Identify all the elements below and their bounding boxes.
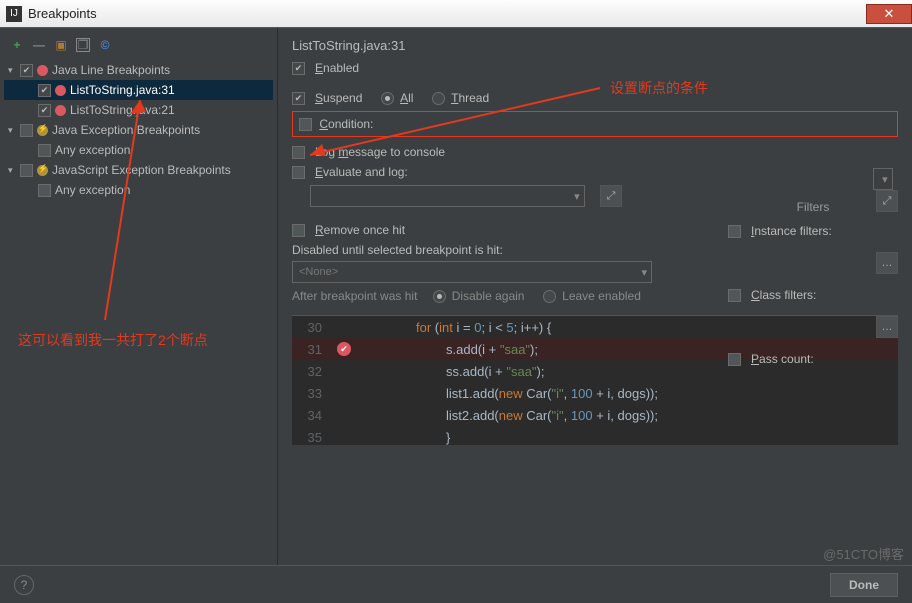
exception-label: Any exception — [55, 143, 130, 157]
add-breakpoint-icon[interactable]: + — [10, 38, 24, 52]
breakpoints-sidebar: + — ▣ ❐ © ▾ Java Line Breakpoints ListTo… — [0, 28, 278, 565]
group-icon[interactable]: © — [98, 38, 112, 52]
expand-icon[interactable]: ▾ — [8, 125, 20, 136]
expand-icon[interactable]: ▾ — [8, 165, 20, 176]
enabled-label: Enabled — [315, 61, 359, 75]
line-number: 30 — [292, 320, 332, 335]
after-hit-label: After breakpoint was hit — [292, 289, 417, 303]
done-button[interactable]: Done — [830, 573, 898, 597]
class-filters-label: Class filters: — [751, 288, 816, 302]
gutter-breakpoint-icon[interactable]: ✔ — [337, 342, 351, 356]
eval-label: Evaluate and log: — [315, 165, 408, 179]
copy-icon[interactable]: ❐ — [76, 38, 90, 52]
breakpoint-label: ListToString.java:21 — [70, 103, 175, 117]
detail-title: ListToString.java:31 — [292, 38, 898, 53]
filters-panel: Filters Instance filters: … Class filter… — [728, 200, 898, 380]
breakpoint-details: ListToString.java:31 Enabled Suspend All… — [278, 28, 912, 565]
condition-history-dropdown[interactable] — [873, 168, 893, 190]
code-line: list1.add(new Car("i", 100 + i, dogs)); — [356, 386, 658, 401]
breakpoint-label: ListToString.java:31 — [70, 83, 175, 97]
checkbox[interactable] — [38, 104, 51, 117]
instance-filters-label: Instance filters: — [751, 224, 832, 238]
code-line: s.add(i + "saa"); — [356, 342, 538, 357]
radio-leave-enabled[interactable] — [543, 290, 556, 303]
tree-item-bp1[interactable]: ListToString.java:31 — [4, 80, 273, 100]
tree-item-any1[interactable]: Any exception — [4, 140, 273, 160]
tree-item-bp2[interactable]: ListToString.java:21 — [4, 100, 273, 120]
watermark: @51CTO博客 — [823, 544, 904, 563]
enabled-checkbox[interactable] — [292, 62, 305, 75]
help-button[interactable]: ? — [14, 575, 34, 595]
class-filters-checkbox[interactable] — [728, 289, 741, 302]
suspend-checkbox[interactable] — [292, 92, 305, 105]
suspend-label: Suspend — [315, 91, 362, 105]
disable-again-label: Disable again — [452, 289, 525, 303]
exception-icon — [37, 165, 48, 176]
exception-label: Any exception — [55, 183, 130, 197]
code-line: } — [356, 430, 450, 445]
tree-group-java-line[interactable]: ▾ Java Line Breakpoints — [4, 60, 273, 80]
filters-title: Filters — [728, 200, 898, 214]
disabled-until-dropdown[interactable]: <None> — [292, 261, 652, 283]
checkbox[interactable] — [20, 124, 33, 137]
titlebar: IJ Breakpoints ✕ — [0, 0, 912, 28]
line-number: 32 — [292, 364, 332, 379]
sidebar-toolbar: + — ▣ ❐ © — [0, 34, 277, 60]
remove-breakpoint-icon[interactable]: — — [32, 38, 46, 52]
eval-input[interactable] — [310, 185, 585, 207]
leave-enabled-label: Leave enabled — [562, 289, 641, 303]
radio-all[interactable] — [381, 92, 394, 105]
instance-filters-checkbox[interactable] — [728, 225, 741, 238]
log-label: Log message to console — [315, 145, 445, 159]
expand-icon[interactable]: ▾ — [8, 65, 20, 76]
checkbox[interactable] — [38, 84, 51, 97]
eval-expand-button[interactable]: ⤢ — [600, 185, 622, 207]
group-label: JavaScript Exception Breakpoints — [52, 163, 231, 177]
checkbox[interactable] — [20, 164, 33, 177]
tree-group-java-exception[interactable]: ▾ Java Exception Breakpoints — [4, 120, 273, 140]
dialog-footer: ? Done — [0, 565, 912, 603]
remove-checkbox[interactable] — [292, 224, 305, 237]
line-number: 35 — [292, 430, 332, 445]
exception-icon — [37, 125, 48, 136]
window-title: Breakpoints — [28, 6, 97, 21]
line-number: 34 — [292, 408, 332, 423]
checkbox[interactable] — [38, 144, 51, 157]
radio-disable-again[interactable] — [433, 290, 446, 303]
tree-group-js-exception[interactable]: ▾ JavaScript Exception Breakpoints — [4, 160, 273, 180]
close-button[interactable]: ✕ — [866, 4, 912, 24]
code-line: list2.add(new Car("i", 100 + i, dogs)); — [356, 408, 658, 423]
remove-label: Remove once hit — [315, 223, 405, 237]
line-number: 33 — [292, 386, 332, 401]
condition-checkbox[interactable] — [299, 118, 312, 131]
instance-filters-button[interactable]: … — [876, 252, 898, 274]
folder-icon[interactable]: ▣ — [54, 38, 68, 52]
radio-thread[interactable] — [432, 92, 445, 105]
app-icon: IJ — [6, 6, 22, 22]
breakpoint-icon — [37, 65, 48, 76]
radio-thread-label: Thread — [451, 91, 489, 105]
condition-label: Condition: — [319, 117, 373, 131]
line-number: 31 — [292, 342, 332, 357]
radio-all-label: All — [400, 91, 413, 105]
code-line: ss.add(i + "saa"); — [356, 364, 545, 379]
eval-checkbox[interactable] — [292, 166, 305, 179]
breakpoint-icon — [55, 85, 66, 96]
condition-section: Condition: — [292, 111, 898, 137]
log-checkbox[interactable] — [292, 146, 305, 159]
group-label: Java Exception Breakpoints — [52, 123, 200, 137]
class-filters-button[interactable]: … — [876, 316, 898, 338]
group-label: Java Line Breakpoints — [52, 63, 170, 77]
tree-item-any2[interactable]: Any exception — [4, 180, 273, 200]
pass-count-checkbox[interactable] — [728, 353, 741, 366]
pass-count-label: Pass count: — [751, 352, 814, 366]
checkbox[interactable] — [20, 64, 33, 77]
code-line: for (int i = 0; i < 5; i++) { — [356, 320, 551, 335]
breakpoint-icon — [55, 105, 66, 116]
breakpoint-tree: ▾ Java Line Breakpoints ListToString.jav… — [0, 60, 277, 200]
checkbox[interactable] — [38, 184, 51, 197]
